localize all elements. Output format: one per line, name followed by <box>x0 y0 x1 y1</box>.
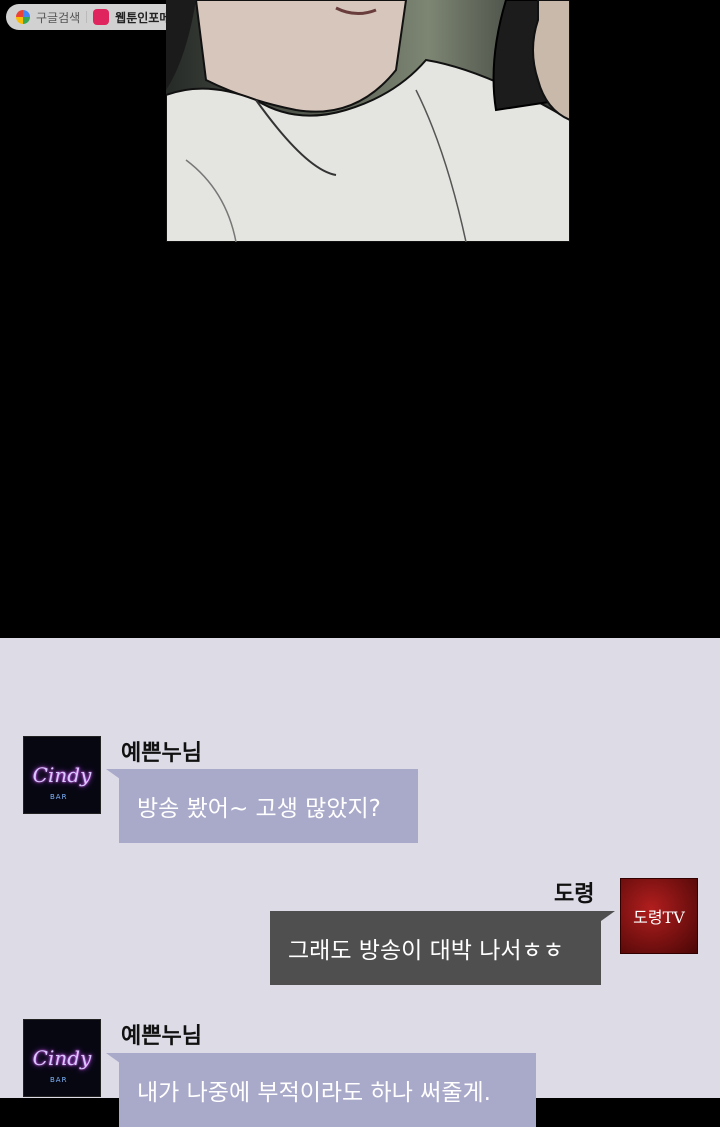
chat-bubble: 방송 봤어~ 고생 많았지? <box>119 769 418 843</box>
sender-avatar[interactable]: Cindy BAR <box>23 1019 101 1097</box>
avatar-logo-text: 도령TV <box>633 908 685 927</box>
bubble-tail <box>106 1053 120 1063</box>
sender-avatar[interactable]: 도령TV <box>620 878 698 954</box>
google-icon <box>16 10 30 24</box>
sender-name: 예쁜누님 <box>121 1024 202 1049</box>
divider <box>86 11 88 23</box>
avatar-logo-subtext: BAR <box>50 1076 68 1084</box>
sender-name: 도령 <box>554 882 595 907</box>
chat-bubble: 내가 나중에 부적이라도 하나 써줄게. <box>119 1053 536 1127</box>
bubble-tail <box>601 911 615 921</box>
avatar-logo-text: Cindy <box>32 763 92 787</box>
sender-name: 예쁜누님 <box>121 741 202 766</box>
comic-panel-illustration <box>166 0 570 242</box>
sender-avatar[interactable]: Cindy BAR <box>23 736 101 814</box>
avatar-logo-text: Cindy <box>32 1046 92 1070</box>
chat-area: Cindy BAR 예쁜누님 방송 봤어~ 고생 많았지? 도령 도령TV 그래… <box>0 638 720 1127</box>
google-search-link[interactable]: 구글검색 <box>36 9 80 26</box>
character-drawing <box>166 0 570 242</box>
webtoon-info-icon <box>93 9 110 25</box>
bubble-tail <box>106 769 120 779</box>
avatar-logo-subtext: BAR <box>50 793 68 801</box>
chat-bubble: 그래도 방송이 대박 나서ㅎㅎ <box>270 911 601 985</box>
